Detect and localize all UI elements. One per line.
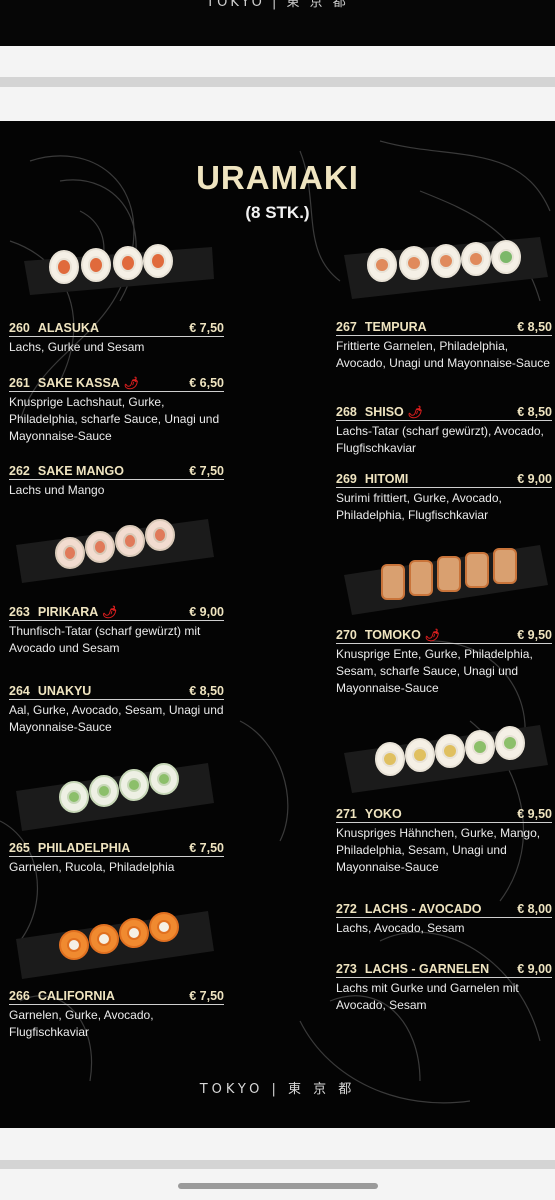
item-description: Garnelen, Rucola, Philadelphia	[9, 860, 175, 874]
item-number: 273	[336, 962, 357, 976]
item-number: 261	[9, 376, 30, 390]
item-name: CALIFORNIA	[37, 989, 115, 1003]
item-description: Lachs-Tatar (scharf gewürzt), Avocado, F…	[336, 424, 544, 455]
menu-item: 261 SAKE KASSA 🌶 € 6,50 Knusprige Lachshaut…	[9, 376, 224, 445]
item-price: € 8,50	[189, 684, 224, 698]
item-name: SHISO	[364, 405, 404, 419]
item-price: € 7,50	[189, 464, 224, 478]
bottom-area	[0, 1128, 555, 1200]
item-name: HITOMI	[364, 472, 409, 486]
chili-pepper-icon: 🌶	[123, 376, 140, 390]
sushi-plate-image	[344, 725, 548, 793]
item-name: PHILADELPHIA	[37, 841, 131, 855]
menu-page: URAMAKI (8 STK.) 260 ALASUKA € 7,50 Lach…	[0, 121, 555, 1128]
item-name: SAKE MANGO	[37, 464, 124, 478]
item-number: 265	[9, 841, 30, 855]
chili-pepper-icon: 🌶	[407, 405, 423, 419]
item-name: TOMOKO	[364, 628, 421, 642]
item-description: Lachs und Mango	[9, 483, 105, 497]
menu-item: 262 SAKE MANGO € 7,50 Lachs und Mango	[9, 464, 224, 499]
sushi-plate-image	[16, 911, 214, 979]
item-number: 270	[336, 628, 357, 642]
sushi-plate-image	[16, 763, 214, 831]
menu-item: 263 PIRIKARA 🌶 € 9,00 Thunfisch-Tatar (scha…	[9, 605, 224, 657]
sushi-plate-image	[16, 519, 214, 583]
menu-item: 271 YOKO € 9,50 Knuspriges Hähnchen, Gurke…	[336, 807, 552, 876]
menu-item: 264 UNAKYU € 8,50 Aal, Gurke, Avocado, Ses…	[9, 684, 224, 736]
menu-item: 269 HITOMI € 9,00 Surimi frittiert, Gurke,…	[336, 472, 552, 524]
item-name: LACHS - AVOCADO	[364, 902, 482, 916]
item-price: € 9,50	[517, 807, 552, 821]
item-number: 263	[9, 605, 30, 619]
item-number: 264	[9, 684, 30, 698]
item-description: Thunfisch-Tatar (scharf gewürzt) mit Avo…	[9, 624, 201, 655]
menu-item: 273 LACHS - GARNELEN € 9,00 Lachs mit Gurk…	[336, 962, 552, 1014]
item-description: Lachs mit Gurke und Garnelen mit Avocado…	[336, 981, 519, 1012]
item-description: Surimi frittiert, Gurke, Avocado, Philad…	[336, 491, 502, 522]
item-name: LACHS - GARNELEN	[364, 962, 490, 976]
item-description: Lachs, Gurke und Sesam	[9, 340, 145, 354]
item-number: 262	[9, 464, 30, 478]
item-price: € 9,00	[517, 962, 552, 976]
previous-page-bottom: TOKYO | 東 京 都	[0, 0, 555, 46]
section-title: URAMAKI	[196, 159, 359, 196]
item-name: PIRIKARA	[37, 605, 99, 619]
brand-logo-bottom: TOKYO | 東 京 都	[199, 1082, 356, 1097]
item-price: € 7,50	[189, 321, 224, 335]
item-description: Frittierte Garnelen, Philadelphia, Avoca…	[336, 339, 550, 370]
section-subtitle: (8 STK.)	[245, 203, 310, 222]
item-price: € 9,50	[517, 628, 552, 642]
item-number: 267	[336, 320, 357, 334]
menu-item: 265 PHILADELPHIA € 7,50 Garnelen, Rucola, …	[9, 841, 224, 876]
sushi-plate-image	[24, 244, 214, 295]
item-number: 271	[336, 807, 357, 821]
item-price: € 9,00	[517, 472, 552, 486]
menu-item: 268 SHISO 🌶 € 8,50 Lachs-Tatar (scharf gewü…	[336, 405, 552, 457]
sushi-plate-image	[344, 545, 548, 615]
menu-item: 270 TOMOKO 🌶 € 9,50 Knusprige Ente, Gurke, …	[336, 628, 552, 697]
item-description: Knusprige Lachshaut, Gurke, Philadelphia…	[9, 395, 220, 443]
item-price: € 7,50	[189, 841, 224, 855]
item-price: € 7,50	[189, 989, 224, 1003]
item-name: SAKE KASSA	[37, 376, 120, 390]
item-description: Garnelen, Gurke, Avocado, Flugfischkavia…	[9, 1008, 154, 1039]
item-number: 269	[336, 472, 357, 486]
menu-item: 267 TEMPURA € 8,50 Frittierte Garnelen, Ph…	[336, 320, 552, 372]
item-name: TEMPURA	[364, 320, 427, 334]
item-number: 260	[9, 321, 30, 335]
item-price: € 9,00	[189, 605, 224, 619]
menu-item: 260 ALASUKA € 7,50 Lachs, Gurke und Sesam	[9, 321, 224, 356]
sushi-plate-image	[344, 237, 548, 299]
menu-item: 272 LACHS - AVOCADO € 8,00 Lachs, Avocado,…	[336, 902, 552, 937]
home-indicator[interactable]	[178, 1183, 378, 1189]
item-price: € 8,50	[517, 405, 552, 419]
page-divider	[0, 77, 555, 87]
item-number: 268	[336, 405, 357, 419]
item-name: YOKO	[364, 807, 402, 821]
chili-pepper-icon: 🌶	[102, 605, 118, 619]
brand-logo-top: TOKYO | 東 京 都	[206, 0, 349, 10]
item-name: UNAKYU	[37, 684, 92, 698]
item-description: Aal, Gurke, Avocado, Sesam, Unagi und Ma…	[9, 703, 224, 734]
item-number: 272	[336, 902, 357, 916]
item-price: € 8,00	[517, 902, 552, 916]
page-divider	[0, 1160, 555, 1169]
chili-pepper-icon: 🌶	[424, 628, 441, 642]
item-number: 266	[9, 989, 30, 1003]
item-description: Knusprige Ente, Gurke, Philadelphia, Ses…	[336, 647, 533, 695]
item-name: ALASUKA	[37, 321, 99, 335]
item-price: € 6,50	[189, 376, 224, 390]
item-description: Knuspriges Hähnchen, Gurke, Mango, Phila…	[336, 826, 541, 874]
item-description: Lachs, Avocado, Sesam	[336, 921, 465, 935]
menu-item: 266 CALIFORNIA € 7,50 Garnelen, Gurke, Avo…	[9, 989, 224, 1041]
item-price: € 8,50	[517, 320, 552, 334]
